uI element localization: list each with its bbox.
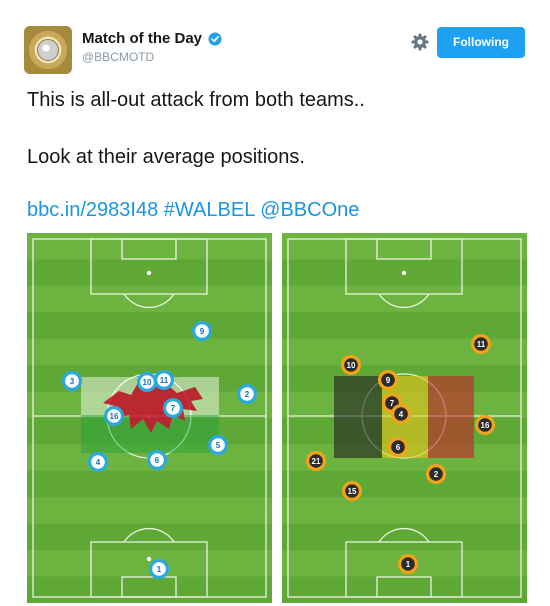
player-marker-11: 11 [471,334,491,354]
account-handle[interactable]: @BBCMOTD [82,50,154,64]
player-marker-9: 9 [192,321,212,341]
player-marker-16: 16 [104,406,124,426]
player-marker-5: 5 [208,435,228,455]
tweet-link[interactable]: bbc.in/2983I48 [27,199,158,221]
player-marker-4: 4 [391,404,411,424]
player-marker-16: 16 [475,415,495,435]
player-marker-3: 3 [62,371,82,391]
mention-link[interactable]: @BBCOne [260,199,359,221]
player-marker-9: 9 [378,370,398,390]
player-marker-7: 7 [163,398,183,418]
player-marker-2: 2 [237,384,257,404]
player-number: 4 [399,410,404,419]
player-marker-10: 10 [341,355,361,375]
following-button[interactable]: Following [437,27,525,58]
player-number: 9 [386,376,391,385]
player-number: 7 [390,399,395,408]
player-number: 10 [143,378,152,387]
player-number: 3 [70,377,75,386]
hashtag-link[interactable]: #WALBEL [164,199,255,221]
wales-markers: 93 10 1127165641 [62,321,257,579]
tweet-links-line: bbc.in/2983I48 #WALBEL @BBCOne [27,199,359,222]
player-number: 2 [245,390,250,399]
player-number: 10 [347,361,356,370]
player-marker-15: 15 [342,481,362,501]
player-number: 16 [481,421,490,430]
verified-badge-icon [208,32,222,46]
player-number: 1 [157,565,162,574]
player-number: 16 [110,412,119,421]
player-marker-6: 6 [147,450,167,470]
player-number: 6 [155,456,160,465]
account-name[interactable]: Match of the Day [82,30,202,47]
tweet-text-line-1: This is all-out attack from both teams.. [27,89,365,111]
player-number: 7 [171,404,176,413]
player-number: 5 [216,441,221,450]
player-number: 21 [312,457,321,466]
tweet-media[interactable]: 9 3 10 11 2 7 16 5 6 4 1 11 10 9 7 4 16 … [27,233,527,603]
player-number: 4 [96,458,101,467]
belgium-markers: 11 10 9 74 16 6 21 2 15 1 [306,334,495,574]
pitch-wales: 9 3 10 11 2 7 16 5 6 4 1 [27,233,272,603]
player-number: 11 [477,340,486,349]
player-marker-6: 6 [388,437,408,457]
player-marker-1: 1 [149,559,169,579]
pitch-belgium: 11 10 9 7 4 16 6 21 2 15 1 [282,233,527,603]
gear-icon[interactable] [410,32,430,52]
ball-logo-icon [37,39,59,61]
player-marker-4: 4 [88,452,108,472]
player-number: 2 [434,470,439,479]
player-marker-10: 10 [137,372,157,392]
player-marker-21: 21 [306,451,326,471]
player-marker-2: 2 [426,464,446,484]
tweet-text-line-2: Look at their average positions. [27,146,305,168]
player-number: 11 [160,376,169,385]
player-number: 9 [200,327,205,336]
player-number: 15 [348,487,357,496]
player-number: 6 [396,443,401,452]
player-marker-1: 1 [398,554,418,574]
player-marker-11: 11 [154,370,174,390]
avatar[interactable] [24,26,72,74]
player-number: 1 [406,560,411,569]
